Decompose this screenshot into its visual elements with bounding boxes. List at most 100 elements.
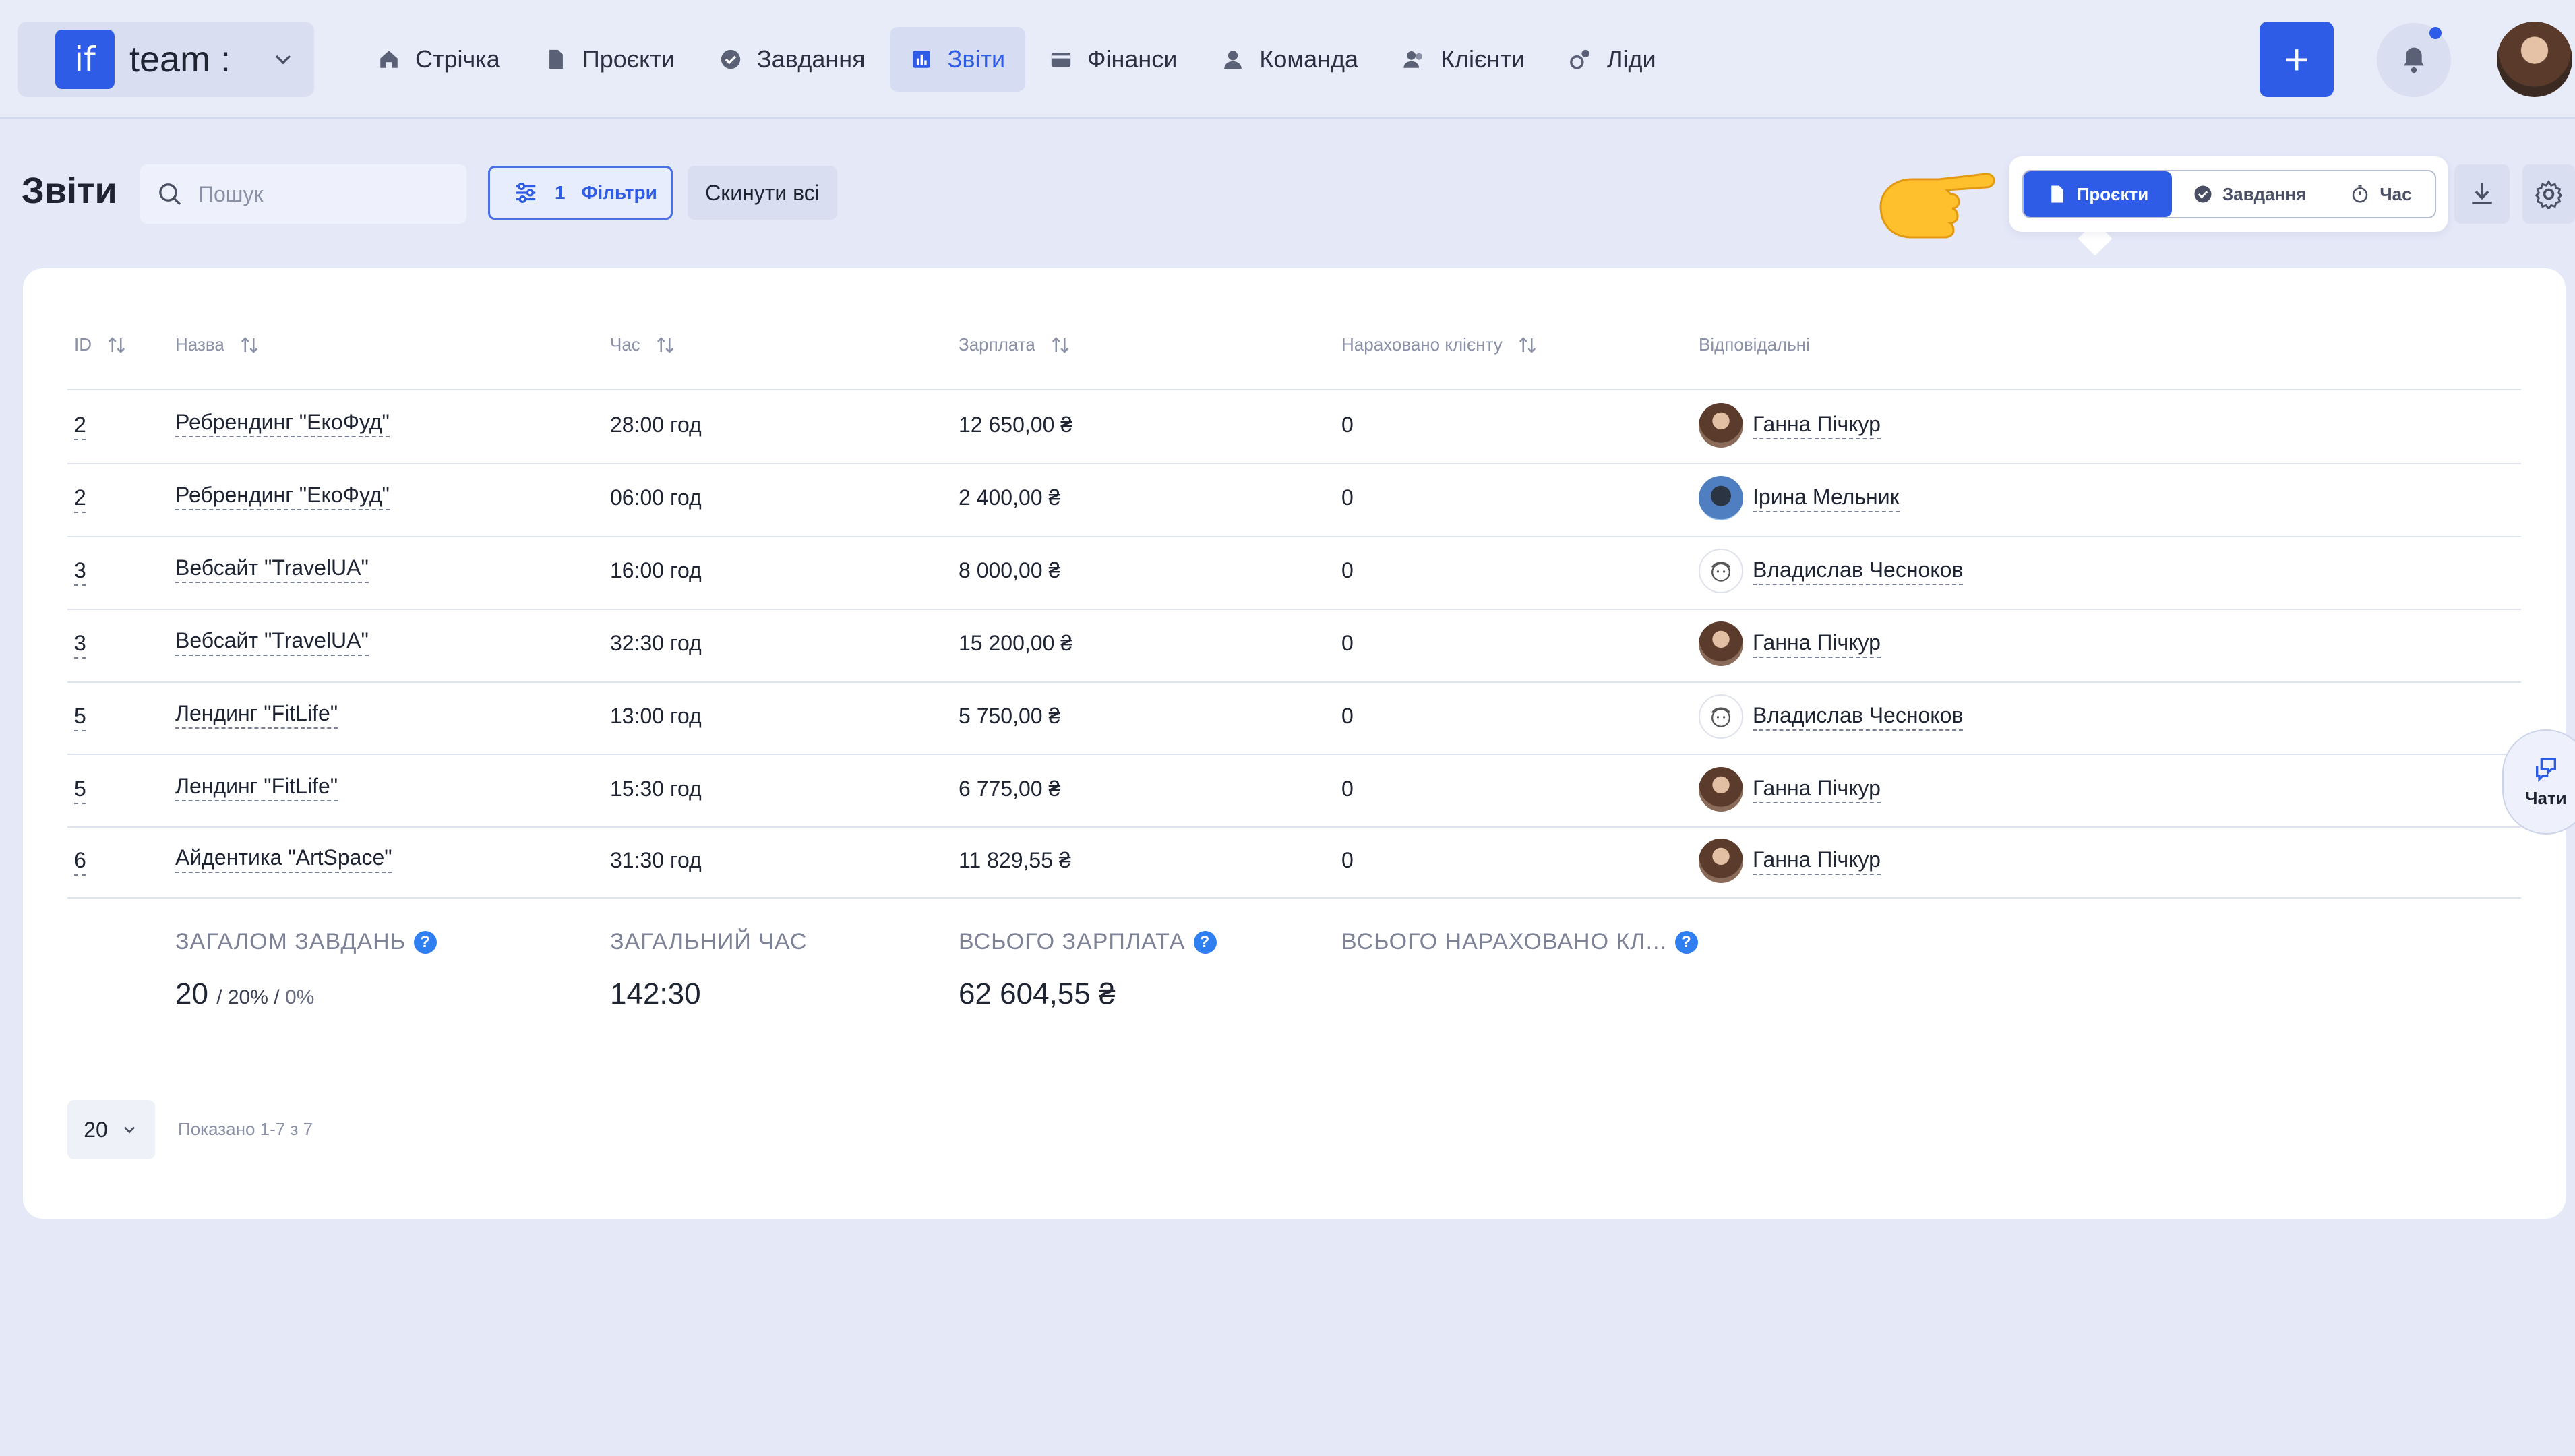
- row-project-link[interactable]: Вебсайт "TravelUA": [175, 628, 369, 656]
- nav-item-leads[interactable]: Ліди: [1549, 27, 1676, 92]
- row-responsible: Ганна Пічкур: [1699, 839, 1881, 883]
- row-id-link[interactable]: 2: [74, 413, 86, 440]
- column-header-label: Зарплата: [959, 334, 1035, 355]
- row-id-link[interactable]: 3: [74, 558, 86, 586]
- row-time: 16:00 год: [610, 558, 702, 582]
- row-project-link[interactable]: Ребрендинг "ЕкоФуд": [175, 483, 390, 510]
- sort-icon: [1052, 336, 1068, 353]
- download-button[interactable]: [2454, 164, 2510, 224]
- row-responsible: Ганна Пічкур: [1699, 621, 1881, 666]
- nav-item-label: Фінанси: [1087, 45, 1178, 73]
- brand-logo: if: [55, 30, 115, 89]
- row-charged: 0: [1341, 777, 1354, 801]
- user-avatar[interactable]: [2497, 22, 2572, 97]
- responsible-link[interactable]: Ганна Пічкур: [1753, 630, 1881, 658]
- tasks-percent-2: 0%: [284, 986, 315, 1008]
- nav-item-team[interactable]: Команда: [1201, 27, 1379, 92]
- column-header-label: Час: [610, 334, 640, 355]
- column-header-charged[interactable]: Нараховано клієнту: [1341, 334, 1538, 355]
- column-header-label: Назва: [175, 334, 224, 355]
- pagination-info: Показано 1-7 з 7: [178, 1119, 313, 1139]
- row-responsible: Ганна Пічкур: [1699, 767, 1881, 812]
- row-id-link[interactable]: 5: [74, 777, 86, 804]
- row-project-link[interactable]: Лендинг "FitLife": [175, 774, 338, 801]
- row-time: 13:00 год: [610, 704, 702, 728]
- column-header-label: Нараховано клієнту: [1341, 334, 1503, 355]
- row-salary: 12 650,00 ₴: [959, 413, 1073, 437]
- responsible-link[interactable]: Ганна Пічкур: [1753, 847, 1881, 875]
- chats-button[interactable]: Чати: [2502, 729, 2575, 835]
- nav-item-clients[interactable]: Клієнти: [1383, 27, 1545, 92]
- column-header-label: ID: [74, 334, 92, 355]
- help-icon[interactable]: ?: [1674, 930, 1698, 954]
- nav-item-label: Звіти: [947, 45, 1006, 73]
- row-project-link[interactable]: Лендинг "FitLife": [175, 701, 338, 729]
- help-icon[interactable]: ?: [1193, 930, 1217, 954]
- report-type-switch: Проєкти Завдання Час: [2022, 170, 2436, 218]
- row-charged: 0: [1341, 631, 1354, 655]
- notifications-button[interactable]: [2377, 23, 2451, 97]
- summary-label-text: ВСЬОГО НАРАХОВАНО КЛ...: [1341, 929, 1667, 954]
- main-nav: Стрічка Проєкти Завдання Звіти Фінанси К…: [357, 27, 1676, 92]
- row-id-link[interactable]: 2: [74, 485, 86, 513]
- summary-time-label: ЗАГАЛЬНИЙ ЧАС: [610, 929, 807, 955]
- nav-item-reports[interactable]: Звіти: [889, 27, 1026, 92]
- responsible-link[interactable]: Владислав Чесноков: [1753, 557, 1964, 585]
- summary-tasks-value: 20 / 20% / 0%: [175, 977, 314, 1011]
- sort-icon: [657, 336, 673, 353]
- row-time: 06:00 год: [610, 485, 702, 510]
- row-time: 32:30 год: [610, 631, 702, 655]
- row-project-link[interactable]: Айдентика "ArtSpace": [175, 845, 392, 873]
- row-id-link[interactable]: 5: [74, 704, 86, 731]
- row-time: 31:30 год: [610, 848, 702, 872]
- separator: /: [274, 986, 280, 1008]
- nav-item-finance[interactable]: Фінанси: [1029, 27, 1197, 92]
- wallet-icon: [1051, 53, 1071, 67]
- row-project-link[interactable]: Вебсайт "TravelUA": [175, 555, 369, 583]
- tab-label: Проєкти: [2076, 183, 2149, 204]
- filters-button[interactable]: 1 Фільтри: [488, 166, 673, 220]
- row-project-link[interactable]: Ребрендинг "ЕкоФуд": [175, 410, 390, 437]
- reset-filters-button[interactable]: Скинути всі: [688, 166, 837, 220]
- column-header-name[interactable]: Назва: [175, 334, 260, 355]
- search-input[interactable]: [198, 181, 441, 207]
- stopwatch-icon: [2353, 185, 2368, 203]
- gear-icon: [2535, 180, 2563, 209]
- responsible-link[interactable]: Ганна Пічкур: [1753, 412, 1881, 439]
- row-id-link[interactable]: 6: [74, 848, 86, 876]
- responsible-link[interactable]: Ірина Мельник: [1753, 485, 1900, 512]
- filters-count: 1: [555, 182, 566, 203]
- column-header-salary[interactable]: Зарплата: [959, 334, 1070, 355]
- sort-icon: [1519, 336, 1536, 353]
- users-icon: [1403, 51, 1423, 68]
- chat-bubbles-icon: [2536, 757, 2556, 782]
- create-button[interactable]: +: [2260, 22, 2334, 97]
- tab-projects[interactable]: Проєкти: [2024, 171, 2172, 217]
- avatar: [1699, 476, 1743, 520]
- nav-item-feed[interactable]: Стрічка: [357, 27, 520, 92]
- avatar: [1699, 767, 1743, 812]
- avatar: [1699, 694, 1743, 739]
- column-header-time[interactable]: Час: [610, 334, 675, 355]
- responsible-link[interactable]: Ганна Пічкур: [1753, 776, 1881, 803]
- nav-item-label: Завдання: [756, 45, 866, 73]
- nav-item-projects[interactable]: Проєкти: [524, 27, 695, 92]
- settings-button[interactable]: [2522, 164, 2575, 224]
- responsible-link[interactable]: Владислав Чесноков: [1753, 703, 1964, 731]
- tab-time[interactable]: Час: [2327, 171, 2435, 217]
- tab-tasks[interactable]: Завдання: [2172, 171, 2327, 217]
- summary-label-text: ВСЬОГО ЗАРПЛАТА: [959, 929, 1186, 954]
- page-size-select[interactable]: 20: [67, 1100, 155, 1159]
- column-header-id[interactable]: ID: [74, 334, 127, 355]
- summary-salary-value: 62 604,55 ₴: [959, 977, 1116, 1010]
- nav-item-tasks[interactable]: Завдання: [699, 27, 886, 92]
- search-box[interactable]: [140, 164, 466, 224]
- sort-icon: [241, 336, 258, 353]
- row-id-link[interactable]: 3: [74, 631, 86, 659]
- summary-tasks-label: ЗАГАЛОМ ЗАВДАНЬ ?: [175, 929, 437, 955]
- page-title: Звіти: [22, 171, 117, 211]
- tasks-total: 20: [175, 977, 208, 1010]
- help-icon[interactable]: ?: [414, 930, 437, 954]
- table-divider: [67, 536, 2521, 537]
- workspace-switcher[interactable]: if team :: [18, 22, 314, 97]
